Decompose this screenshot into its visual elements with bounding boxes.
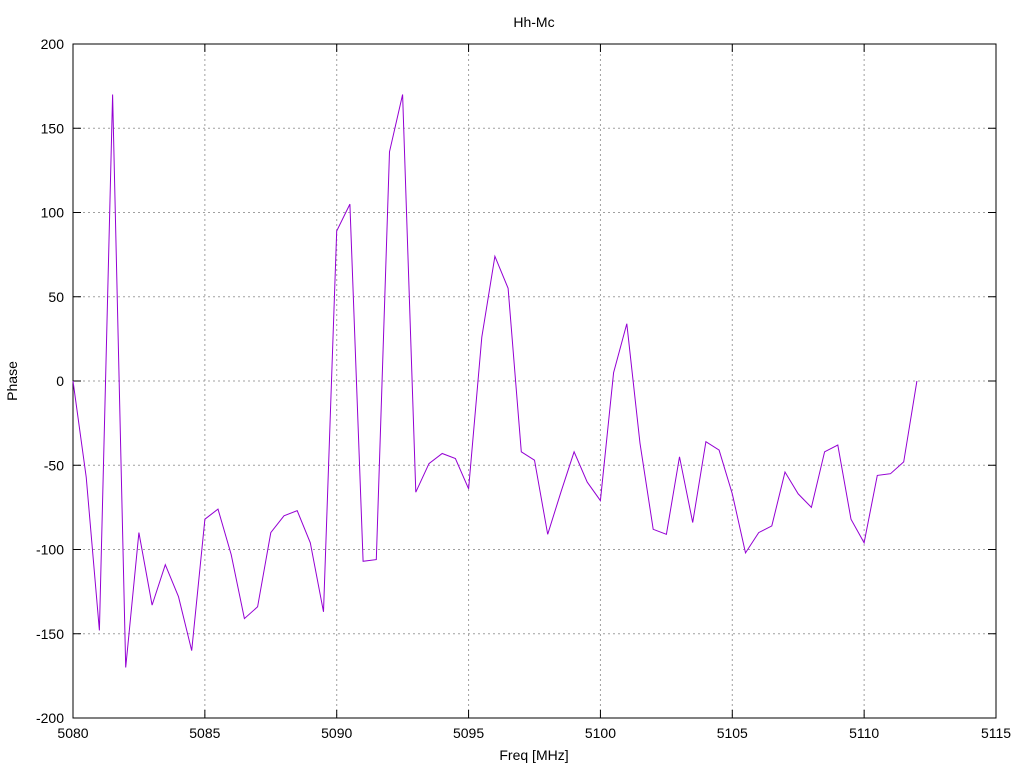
phase-chart: 5080 5085 5090 5095 5100 5105 5110 5115 -200 -15… [4, 14, 1011, 763]
y-tick-label: -200 [36, 710, 64, 726]
y-tick-label: -150 [36, 626, 64, 642]
y-tick-label: 50 [48, 289, 64, 305]
y-tick-labels: -200 -150 -100 -50 0 50 100 150 200 [36, 36, 64, 726]
x-tick-label: 5090 [321, 725, 352, 741]
y-tick-label: 0 [56, 373, 64, 389]
x-tick-label: 5100 [585, 725, 616, 741]
y-tick-label: 150 [41, 120, 65, 136]
y-tick-label: 200 [41, 36, 65, 52]
x-tick-label: 5105 [717, 725, 748, 741]
y-tick-label: -100 [36, 542, 64, 558]
y-tick-label: -50 [44, 457, 64, 473]
chart-title: Hh-Mc [513, 14, 554, 30]
x-tick-label: 5085 [189, 725, 220, 741]
x-tick-label: 5095 [453, 725, 484, 741]
grid [73, 44, 996, 718]
y-axis-label: Phase [4, 361, 20, 401]
x-tick-label: 5110 [849, 725, 879, 741]
x-tick-label: 5080 [57, 725, 88, 741]
x-tick-labels: 5080 5085 5090 5095 5100 5105 5110 5115 [57, 725, 1011, 741]
x-tick-label: 5115 [981, 725, 1011, 741]
y-tick-label: 100 [41, 205, 65, 221]
x-axis-label: Freq [MHz] [499, 747, 568, 763]
